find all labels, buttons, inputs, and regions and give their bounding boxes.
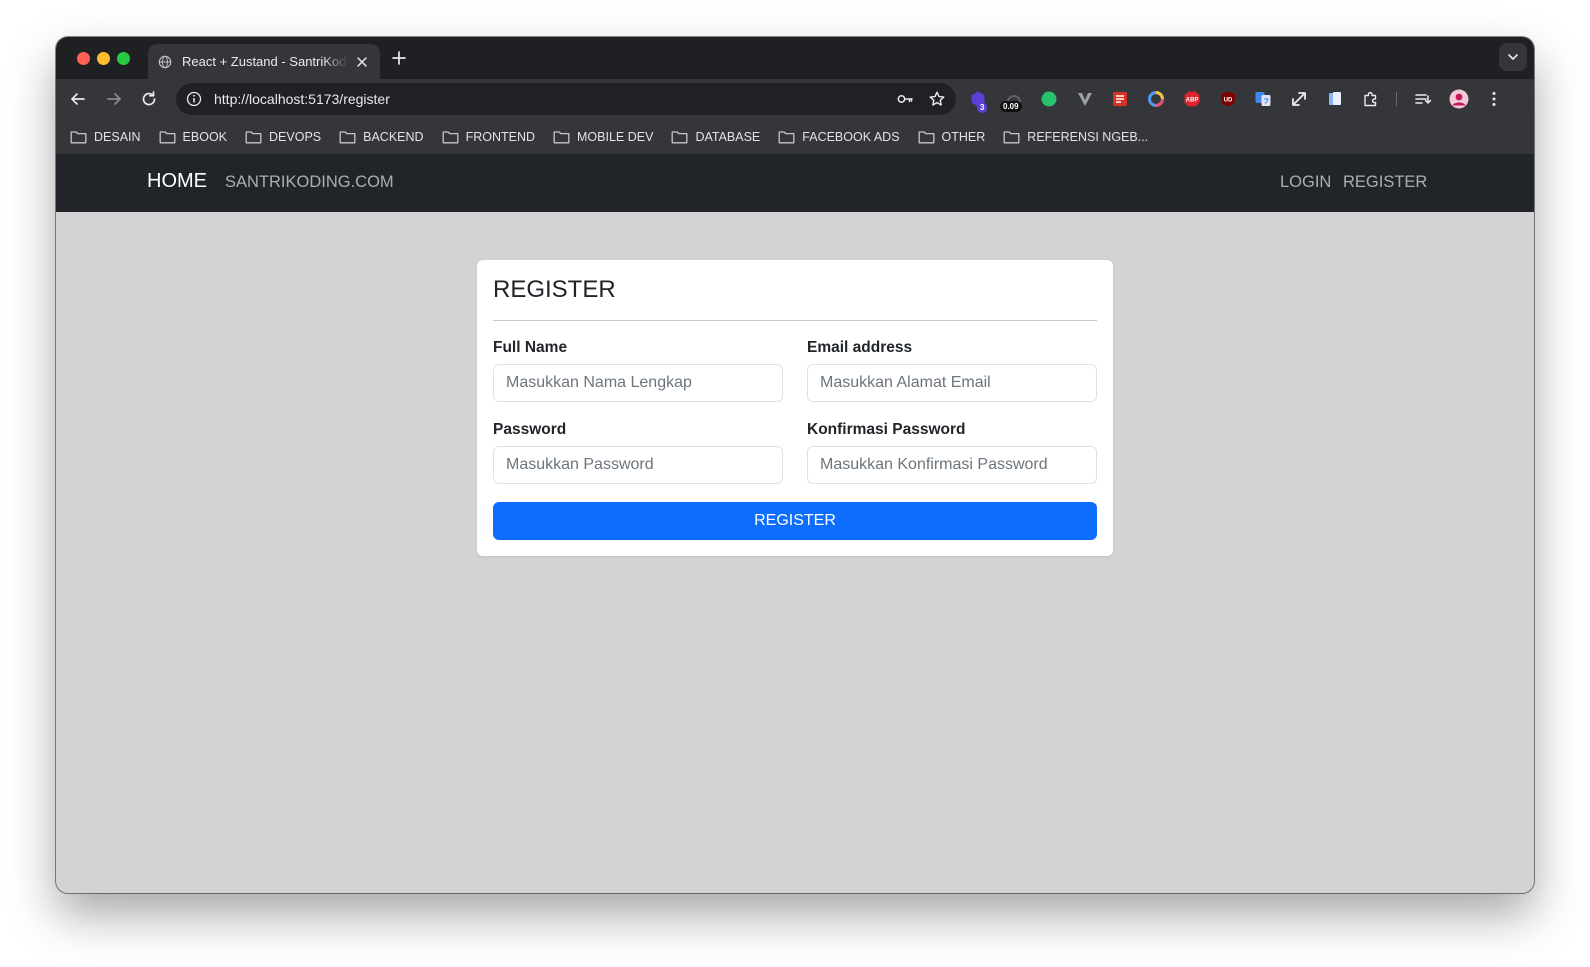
extension-red-puzzle-icon[interactable]	[1111, 90, 1129, 108]
register-submit-button[interactable]: REGISTER	[493, 502, 1097, 540]
password-confirm-label: Konfirmasi Password	[807, 421, 966, 438]
maximize-window-button[interactable]	[117, 52, 130, 65]
bookmark-ebook[interactable]: EBOOK	[159, 130, 227, 144]
password-label: Password	[493, 421, 567, 438]
full-name-label: Full Name	[493, 339, 568, 356]
address-bar[interactable]: http://localhost:5173/register	[176, 83, 956, 115]
reload-icon[interactable]	[139, 89, 159, 109]
folder-icon	[159, 130, 175, 143]
back-arrow-icon[interactable]	[68, 89, 88, 109]
extension-color-ring-icon[interactable]	[1147, 90, 1165, 108]
forward-arrow-icon[interactable]	[104, 89, 124, 109]
profile-avatar[interactable]	[1449, 89, 1469, 109]
folder-icon	[1003, 130, 1020, 143]
tab-strip: React + Zustand - SantriKoding	[56, 37, 1534, 79]
bookmark-database[interactable]: DATABASE	[671, 130, 760, 144]
browser-tab[interactable]: React + Zustand - SantriKoding	[148, 44, 380, 79]
extension-value-badge: 0.09	[1000, 101, 1022, 112]
register-card: REGISTER Full Name Email address Passwor…	[477, 260, 1113, 556]
nav-register-link[interactable]: REGISTER	[1343, 173, 1427, 192]
bookmark-label: DEVOPS	[269, 129, 322, 144]
site-info-icon[interactable]	[186, 91, 202, 107]
bookmark-label: DESAIN	[94, 129, 141, 144]
close-tab-icon[interactable]	[354, 54, 370, 70]
password-key-icon[interactable]	[896, 90, 914, 108]
minimize-window-button[interactable]	[97, 52, 110, 65]
browser-window: React + Zustand - SantriKoding http://lo…	[56, 37, 1534, 893]
bookmark-backend[interactable]: BACKEND	[339, 129, 424, 144]
new-tab-icon[interactable]	[390, 49, 408, 67]
toolbar-divider	[1396, 92, 1397, 106]
folder-icon	[918, 130, 934, 143]
folder-icon	[778, 130, 795, 143]
bookmark-facebook-ads[interactable]: FACEBOOK ADS	[778, 129, 900, 144]
more-menu-icon[interactable]	[1485, 90, 1503, 108]
bookmark-desain[interactable]: DESAIN	[70, 130, 141, 144]
bookmark-label: FACEBOOK ADS	[802, 129, 900, 144]
folder-icon	[442, 130, 459, 143]
bookmark-mobile-dev[interactable]: MOBILE DEV	[553, 130, 653, 144]
expand-arrows-icon[interactable]	[1290, 90, 1308, 108]
adblock-plus-icon[interactable]: ABP	[1183, 90, 1201, 108]
nav-santrikoding-link[interactable]: SANTRIKODING.COM	[225, 173, 394, 192]
password-confirm-input[interactable]	[807, 446, 1097, 484]
ublock-origin-icon[interactable]: UD	[1219, 90, 1237, 108]
translate-icon[interactable]	[1254, 90, 1272, 108]
bookmark-label: REFERENSI NGEB...	[1027, 129, 1149, 144]
bookmark-devops[interactable]: DEVOPS	[245, 130, 321, 144]
tab-title: React + Zustand - SantriKoding	[182, 54, 348, 69]
card-title: REGISTER	[493, 276, 616, 303]
tab-search-button[interactable]	[1499, 43, 1527, 71]
bookmark-frontend[interactable]: FRONTEND	[442, 130, 535, 144]
close-window-button[interactable]	[77, 52, 90, 65]
folder-icon	[339, 130, 356, 143]
email-label: Email address	[807, 339, 913, 356]
folder-icon	[70, 130, 87, 143]
chevron-down-icon	[1508, 54, 1518, 60]
bookmark-label: MOBILE DEV	[577, 129, 654, 144]
folder-icon	[553, 130, 570, 143]
globe-icon	[158, 55, 172, 68]
bookmark-star-icon[interactable]	[928, 90, 946, 108]
password-input[interactable]	[493, 446, 783, 484]
card-divider	[493, 320, 1097, 321]
url-text: http://localhost:5173/register	[214, 91, 390, 107]
extension-green-dot-icon[interactable]	[1040, 90, 1058, 108]
extension-document-icon[interactable]	[1326, 90, 1344, 108]
bookmark-label: FRONTEND	[465, 129, 536, 144]
folder-icon	[671, 130, 688, 143]
nav-login-link[interactable]: LOGIN	[1280, 173, 1331, 192]
app-navbar: HOME SANTRIKODING.COM LOGIN REGISTER	[56, 154, 1534, 212]
bookmark-label: DATABASE	[695, 129, 761, 144]
ud-label: UD	[1224, 98, 1233, 104]
bookmark-label: OTHER	[941, 129, 986, 144]
extensions-puzzle-icon[interactable]	[1362, 90, 1380, 108]
browser-toolbar: http://localhost:5173/register 3 0.09 AB…	[56, 79, 1534, 119]
bookmark-label: EBOOK	[182, 129, 228, 144]
full-name-input[interactable]	[493, 364, 783, 402]
folder-icon	[245, 130, 262, 143]
bookmark-referensi[interactable]: REFERENSI NGEB...	[1003, 130, 1148, 144]
email-input[interactable]	[807, 364, 1097, 402]
bookmark-other[interactable]: OTHER	[918, 129, 986, 144]
bookmarks-bar: DESAIN EBOOK DEVOPS BACKEND FRONTEND MOB…	[56, 119, 1534, 154]
nav-home-link[interactable]: HOME	[147, 170, 207, 193]
abp-label: ABP	[1186, 98, 1199, 104]
extension-v-icon[interactable]	[1076, 90, 1094, 108]
extension-count-badge: 3	[977, 102, 988, 113]
bookmark-label: BACKEND	[363, 129, 424, 144]
reading-list-icon[interactable]	[1414, 90, 1432, 108]
